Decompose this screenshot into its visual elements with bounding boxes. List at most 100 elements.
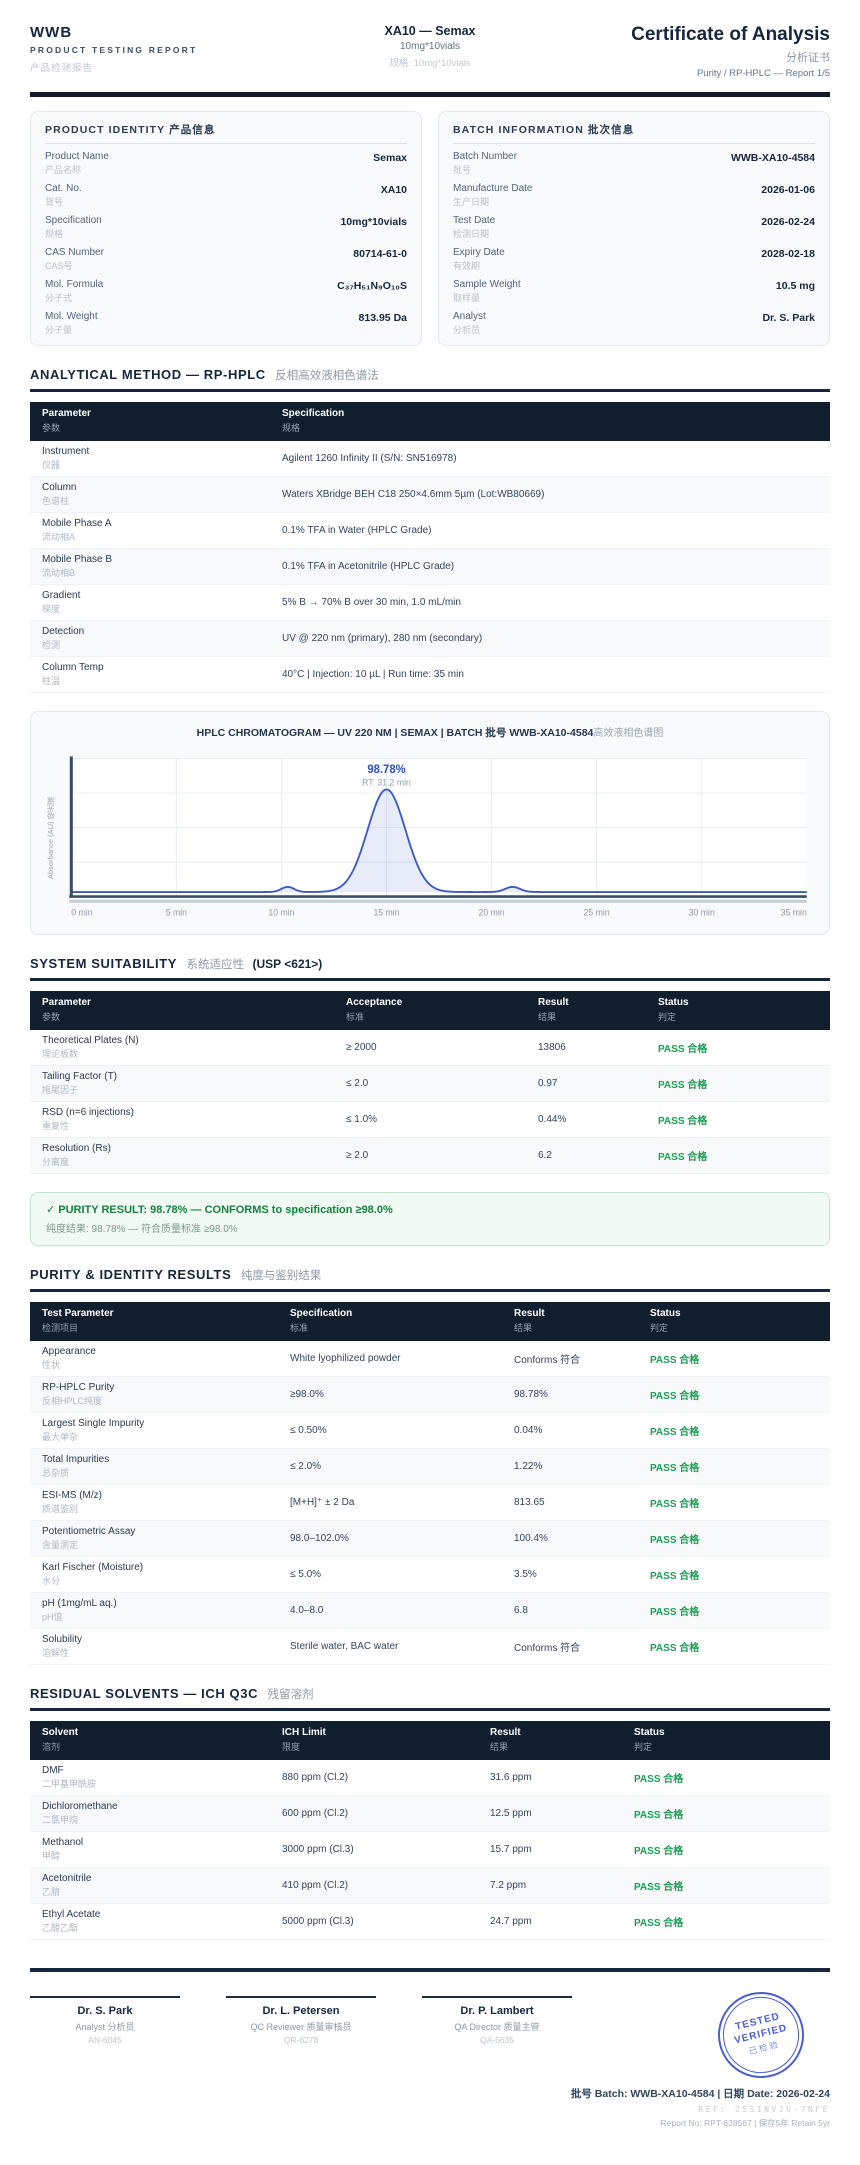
footer-signatures-row: Dr. S. ParkAnalyst 分析员AN-6045Dr. L. Pete…: [30, 1996, 830, 2078]
main-peak-percent-label: 98.78%: [367, 764, 405, 776]
cell-parameter: ESI-MS (M/z)质谱鉴别: [30, 1485, 278, 1521]
system-suitability-head: Parameter参数 Acceptance标准 Result结果 Status…: [30, 991, 830, 1030]
column-header: Status判定: [622, 1721, 830, 1760]
chromatogram-panel: HPLC CHROMATOGRAM — UV 220 NM | SEMAX | …: [30, 711, 830, 935]
footer-divider: [30, 1968, 830, 1972]
signature-line: [30, 1996, 180, 1998]
info-label-en: Mol. Formula: [45, 279, 103, 290]
cell-parameter: RP-HPLC Purity反相HPLC纯度: [30, 1377, 278, 1413]
cell-parameter: Column色谱柱: [30, 477, 270, 513]
table-row: Dichloromethane二氯甲烷600 ppm (Cl.2)12.5 pp…: [30, 1796, 830, 1832]
coa-document: WWB PRODUCT TESTING REPORT 产品检测报告 XA10 —…: [0, 0, 860, 2165]
info-row: CAS NumberCAS号80714-61-0: [45, 243, 407, 275]
column-header: Parameter参数: [30, 402, 270, 441]
section-title: SYSTEM SUITABILITY: [30, 956, 177, 971]
info-panels: PRODUCT IDENTITY 产品信息 Product Name产品名称Se…: [30, 111, 830, 346]
column-header: ICH Limit限度: [270, 1721, 478, 1760]
system-suitability-body: Theoretical Plates (N)理论板数≥ 200013806PAS…: [30, 1030, 830, 1174]
cell-result: 12.5 ppm: [478, 1796, 622, 1832]
table-row: Karl Fischer (Moisture)水分≤ 5.0%3.5%PASS …: [30, 1557, 830, 1593]
table-row: Potentiometric Assay含量测定98.0–102.0%100.4…: [30, 1521, 830, 1557]
column-header: Result结果: [502, 1302, 638, 1341]
section-title-suffix: (USP <621>): [252, 957, 322, 971]
info-label: CAS NumberCAS号: [45, 247, 104, 272]
info-label: Test Date检测日期: [453, 215, 495, 240]
info-row: Mol. Formula分子式C₃₇H₅₁N₉O₁₀S: [45, 275, 407, 307]
parameter-en: Column Temp: [42, 662, 258, 673]
parameter-en: Solubility: [42, 1634, 266, 1645]
table-row: Resolution (Rs)分离度≥ 2.06.2PASS 合格: [30, 1138, 830, 1174]
cell-parameter: Instrument仪器: [30, 441, 270, 477]
cell-result: 813.65: [502, 1485, 638, 1521]
cell-limit: 5000 ppm (Cl.3): [270, 1904, 478, 1940]
cell-result: 7.2 ppm: [478, 1868, 622, 1904]
cell-acceptance: ≥ 2000: [334, 1030, 526, 1066]
cell-parameter: Acetonitrile乙腈: [30, 1868, 270, 1904]
cell-result: 31.6 ppm: [478, 1760, 622, 1796]
parameter-en: DMF: [42, 1765, 258, 1776]
cell-result: 15.7 ppm: [478, 1832, 622, 1868]
info-label-zh: 有效期: [453, 259, 505, 272]
table-row: Column Temp柱温40°C | Injection: 10 µL | R…: [30, 657, 830, 693]
status-badge: PASS 合格: [638, 1377, 830, 1413]
info-row: Specification规格10mg*10vials: [45, 211, 407, 243]
info-label-en: Test Date: [453, 215, 495, 226]
parameter-zh: 流动相A: [42, 530, 258, 543]
parameter-en: Acetonitrile: [42, 1873, 258, 1884]
document-title-zh: 分析证书: [563, 49, 830, 65]
parameter-zh: 二甲基甲酰胺: [42, 1777, 258, 1790]
section-rule: [30, 389, 830, 392]
status-badge: PASS 合格: [646, 1138, 830, 1174]
table-row: Acetonitrile乙腈410 ppm (Cl.2)7.2 ppmPASS …: [30, 1868, 830, 1904]
info-label-zh: 批号: [453, 163, 517, 176]
system-suitability-table: Parameter参数 Acceptance标准 Result结果 Status…: [30, 991, 830, 1174]
cell-spec: 0.1% TFA in Water (HPLC Grade): [270, 513, 830, 549]
chromatogram-title: HPLC CHROMATOGRAM — UV 220 NM | SEMAX | …: [45, 724, 815, 740]
report-subtitle: Purity / RP-HPLC — Report 1/5: [563, 68, 830, 79]
panel-title: PRODUCT IDENTITY 产品信息: [45, 122, 407, 144]
cell-acceptance: ≥ 2.0: [334, 1138, 526, 1174]
cell-spec: Agilent 1260 Infinity II (S/N: SN516978): [270, 441, 830, 477]
parameter-en: ESI-MS (M/z): [42, 1490, 266, 1501]
method-table-body: Instrument仪器Agilent 1260 Infinity II (S/…: [30, 441, 830, 693]
signature-line: [422, 1996, 572, 1998]
signature-block: Dr. S. ParkAnalyst 分析员AN-6045: [30, 1996, 180, 2045]
table-row: Ethyl Acetate乙酸乙酯5000 ppm (Cl.3)24.7 ppm…: [30, 1904, 830, 1940]
purity-results-head: Test Parameter检测项目 Specification标准 Resul…: [30, 1302, 830, 1341]
purity-result-banner: ✓ PURITY RESULT: 98.78% — CONFORMS to sp…: [30, 1192, 830, 1246]
info-row: Manufacture Date生产日期2026-01-06: [453, 179, 815, 211]
signature-id: AN-6045: [30, 2035, 180, 2045]
footer-batch-date: 批号 Batch: WWB-XA10-4584 | 日期 Date: 2026-…: [30, 2086, 830, 2101]
info-label-en: CAS Number: [45, 247, 104, 258]
table-row: RSD (n=6 injections)重复性≤ 1.0%0.44%PASS 合…: [30, 1102, 830, 1138]
cell-acceptance: ≤ 2.0: [334, 1066, 526, 1102]
parameter-en: Mobile Phase A: [42, 518, 258, 529]
cell-limit: 600 ppm (Cl.2): [270, 1796, 478, 1832]
cell-spec: [M+H]⁺ ± 2 Da: [278, 1485, 502, 1521]
info-label-zh: 生产日期: [453, 195, 533, 208]
table-row: Theoretical Plates (N)理论板数≥ 200013806PAS…: [30, 1030, 830, 1066]
status-badge: PASS 合格: [638, 1629, 830, 1665]
column-header: Acceptance标准: [334, 991, 526, 1030]
status-badge: PASS 合格: [646, 1102, 830, 1138]
info-label: Specification规格: [45, 215, 102, 240]
info-value: 2026-01-06: [761, 183, 815, 196]
table-row: Methanol甲醇3000 ppm (Cl.3)15.7 ppmPASS 合格: [30, 1832, 830, 1868]
x-tick-label: 20 min: [479, 907, 505, 917]
parameter-zh: 质谱鉴别: [42, 1502, 266, 1515]
product-identity-rows: Product Name产品名称SemaxCat. No.货号XA10Speci…: [45, 147, 407, 339]
signature-block: Dr. P. LambertQA Director 质量主管QA-5635: [422, 1996, 572, 2045]
section-rule: [30, 978, 830, 981]
info-row: Expiry Date有效期2028-02-18: [453, 243, 815, 275]
cell-parameter: Solubility溶解性: [30, 1629, 278, 1665]
parameter-en: Column: [42, 482, 258, 493]
cell-parameter: Largest Single Impurity最大单杂: [30, 1413, 278, 1449]
footer-report-no: Report No: RPT-628567 | 保存5年 Retain 5yr: [30, 2117, 830, 2129]
stamp-text: TESTED VERIFIED 已检验: [730, 2009, 792, 2061]
info-label-en: Product Name: [45, 151, 109, 162]
column-header: Result结果: [526, 991, 646, 1030]
info-value: 2026-02-24: [761, 215, 815, 228]
cell-spec: ≥98.0%: [278, 1377, 502, 1413]
parameter-en: Mobile Phase B: [42, 554, 258, 565]
info-row: Analyst分析员Dr. S. Park: [453, 307, 815, 339]
